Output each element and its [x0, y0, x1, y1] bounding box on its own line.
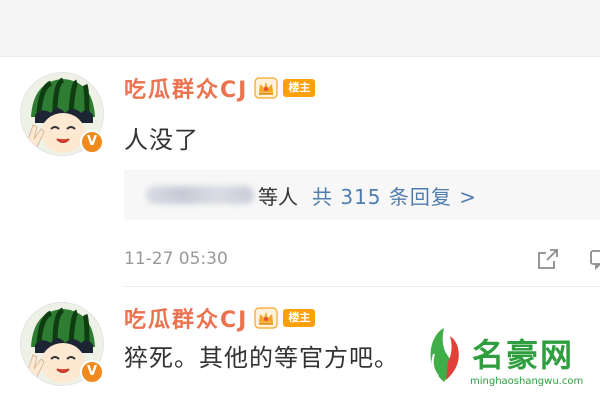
- user-line: 吃瓜群众CJ 楼主: [124, 72, 316, 104]
- comment-text: 人没了: [124, 126, 199, 154]
- weibo-comment-thread: V 吃瓜群众CJ 楼主 人没了 等人 共 315 条回复 > 11-27 05:…: [0, 0, 600, 400]
- comment-meta: 11-27 05:30: [124, 246, 600, 272]
- reply-people-label: 等人: [258, 184, 298, 209]
- verified-badge: V: [80, 360, 104, 384]
- comment-divider: [124, 286, 600, 287]
- view-replies-link[interactable]: 共 315 条回复 >: [312, 181, 477, 210]
- username-link[interactable]: 吃瓜群众CJ: [124, 72, 248, 104]
- site-watermark: 名豪网 minghaoshangwu.com: [412, 320, 600, 400]
- timestamp: 11-27 05:30: [124, 249, 228, 269]
- blurred-reply-names: [146, 186, 254, 204]
- op-badge: 楼主: [283, 309, 316, 327]
- watermark-url: minghaoshangwu.com: [470, 376, 584, 387]
- top-separator: [0, 0, 600, 57]
- verified-badge: V: [80, 130, 104, 154]
- comment-text: 猝死。其他的等官方吧。: [124, 344, 399, 372]
- comment-item: V 吃瓜群众CJ 楼主 人没了 等人 共 315 条回复 > 11-27 05:…: [0, 66, 600, 280]
- leaf-logo-icon: [422, 326, 466, 384]
- avatar-container[interactable]: V: [20, 302, 104, 386]
- avatar-container[interactable]: V: [20, 72, 104, 156]
- op-badge: 楼主: [283, 79, 316, 97]
- crown-icon: [254, 307, 278, 329]
- username-link[interactable]: 吃瓜群众CJ: [124, 302, 248, 334]
- crown-icon: [254, 77, 278, 99]
- watermark-title: 名豪网: [472, 336, 575, 374]
- reply-summary[interactable]: 等人 共 315 条回复 >: [124, 170, 600, 220]
- share-icon[interactable]: [536, 247, 560, 271]
- comment-icon[interactable]: [588, 247, 600, 271]
- user-line: 吃瓜群众CJ 楼主: [124, 302, 316, 334]
